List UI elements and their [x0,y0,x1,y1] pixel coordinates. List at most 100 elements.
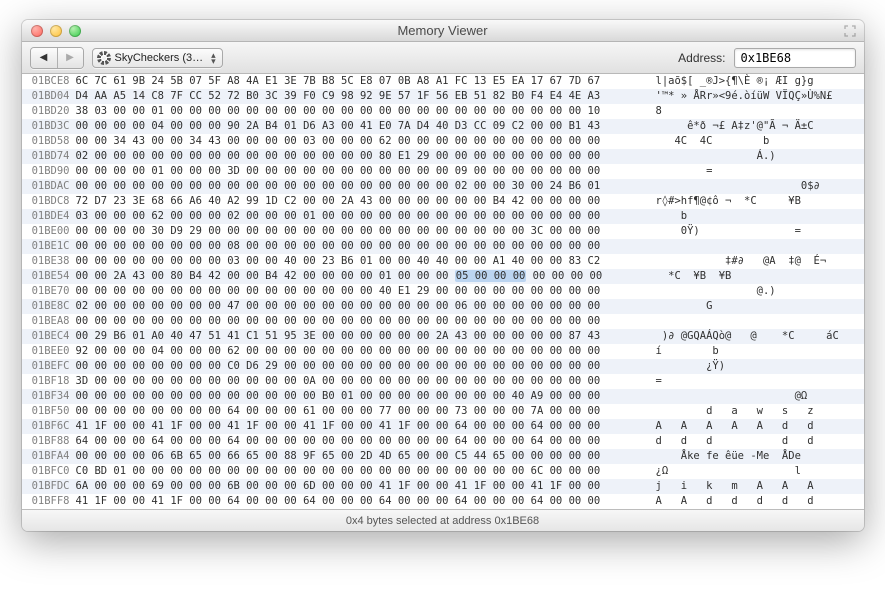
hex-col[interactable]: 00 00 00 00 00 00 00 00 00 00 00 00 00 B… [74,389,650,404]
hex-row[interactable]: 01BFDC6A 00 00 00 69 00 00 00 6B 00 00 0… [22,479,864,494]
hex-row[interactable]: 01BD2038 03 00 00 01 00 00 00 00 00 00 0… [22,104,864,119]
hex-col[interactable]: 03 00 00 00 62 00 00 00 02 00 00 00 01 0… [74,209,650,224]
hex-row[interactable]: 01BF6C41 1F 00 00 41 1F 00 00 41 1F 00 0… [22,419,864,434]
hex-row[interactable]: 01BFA400 00 00 00 06 6B 65 00 66 65 00 8… [22,449,864,464]
hex-col[interactable]: D4 AA A5 14 C8 7F CC 52 72 B0 3C 39 F0 C… [74,89,650,104]
hex-col[interactable]: 41 1F 00 00 41 1F 00 00 41 1F 00 00 41 1… [74,419,650,434]
hex-col[interactable]: 38 03 00 00 01 00 00 00 00 00 00 00 00 0… [74,104,650,119]
chevron-updown-icon: ▴▾ [211,52,216,64]
hex-row[interactable]: 01BD3C00 00 00 00 04 00 00 00 90 2A B4 0… [22,119,864,134]
gear-icon [97,51,111,65]
hex-row[interactable]: 01BE7000 00 00 00 00 00 00 00 00 00 00 0… [22,284,864,299]
offset-col: 01BFF8 [22,494,74,509]
hex-row[interactable]: 01BE1C00 00 00 00 00 00 00 00 08 00 00 0… [22,239,864,254]
hex-row[interactable]: 01BDE403 00 00 00 62 00 00 00 02 00 00 0… [22,209,864,224]
ascii-col: b [650,209,864,224]
ascii-col: *C ¥B ¥B [650,269,864,284]
ascii-col: 0Ÿ) = [650,224,864,239]
zoom-button[interactable] [69,25,81,37]
toolbar: ◀ ▶ SkyCheckers (3… ▴▾ Address: [22,42,864,74]
hex-row[interactable]: 01BCE86C 7C 61 9B 24 5B 07 5F A8 4A E1 3… [22,74,864,89]
offset-col: 01BD3C [22,119,74,134]
ascii-col: '™* » ÅRr»<9é.òíüW VÏQÇ»Ù%N£ [650,89,864,104]
hex-col[interactable]: 00 00 00 00 00 00 00 00 00 00 00 00 00 0… [74,284,650,299]
address-input[interactable] [734,48,856,68]
hex-row[interactable]: 01BF3400 00 00 00 00 00 00 00 00 00 00 0… [22,389,864,404]
forward-button[interactable]: ▶ [57,48,83,68]
hex-col[interactable]: 3D 00 00 00 00 00 00 00 00 00 00 00 0A 0… [74,374,650,389]
status-bar: 0x4 bytes selected at address 0x1BE68 [22,509,864,531]
hex-col[interactable]: 00 00 34 43 00 00 34 43 00 00 00 00 03 0… [74,134,650,149]
hex-col[interactable]: 00 00 00 00 00 00 00 00 03 00 00 40 00 2… [74,254,650,269]
hex-col[interactable]: 00 00 00 00 00 00 00 00 00 00 00 00 00 0… [74,179,650,194]
hex-col[interactable]: 72 D7 23 3E 68 66 A6 40 A2 99 1D C2 00 0… [74,194,650,209]
hex-col[interactable]: 00 00 00 00 00 00 00 00 08 00 00 00 00 0… [74,239,650,254]
hex-row[interactable]: 01BE3800 00 00 00 00 00 00 00 03 00 00 4… [22,254,864,269]
offset-col: 01BE54 [22,269,74,284]
hex-row[interactable]: 01BFC0C0 BD 01 00 00 00 00 00 00 00 00 0… [22,464,864,479]
hex-col[interactable]: 02 00 00 00 00 00 00 00 47 00 00 00 00 0… [74,299,650,314]
back-button[interactable]: ◀ [31,48,57,68]
ascii-col: G [650,299,864,314]
selection[interactable]: 05 00 00 00 [455,270,527,282]
hex-row[interactable]: 01BEFC00 00 00 00 00 00 00 00 C0 D6 29 0… [22,359,864,374]
hex-row[interactable]: 01BEC400 29 B6 01 A0 40 47 51 41 C1 51 9… [22,329,864,344]
ascii-col: 8 [650,104,864,119]
status-text: 0x4 bytes selected at address 0x1BE68 [346,515,539,527]
hex-row[interactable]: 01BDC872 D7 23 3E 68 66 A6 40 A2 99 1D C… [22,194,864,209]
hex-row[interactable]: 01BEE092 00 00 00 04 00 00 00 62 00 00 0… [22,344,864,359]
process-dropdown[interactable]: SkyCheckers (3… ▴▾ [92,48,223,68]
hex-row[interactable]: 01BD5800 00 34 43 00 00 34 43 00 00 00 0… [22,134,864,149]
offset-col: 01BF50 [22,404,74,419]
hex-row[interactable]: 01BD9000 00 00 00 01 00 00 00 3D 00 00 0… [22,164,864,179]
ascii-col: d a w s z [650,404,864,419]
ascii-col: @.) [650,284,864,299]
titlebar: Memory Viewer [22,20,864,42]
hex-col[interactable]: 00 00 00 00 01 00 00 00 3D 00 00 00 00 0… [74,164,650,179]
hex-col[interactable]: 00 00 00 00 04 00 00 00 90 2A B4 01 D6 A… [74,119,650,134]
offset-col: 01BE00 [22,224,74,239]
ascii-col: A A A A A d d [650,419,864,434]
hex-col[interactable]: 92 00 00 00 04 00 00 00 62 00 00 00 00 0… [74,344,650,359]
hex-col[interactable]: 41 1F 00 00 41 1F 00 00 64 00 00 00 64 0… [74,494,650,509]
offset-col: 01BEFC [22,359,74,374]
minimize-button[interactable] [50,25,62,37]
hex-col[interactable]: 00 00 00 00 00 00 00 00 00 00 00 00 00 0… [74,314,650,329]
hex-col[interactable]: C0 BD 01 00 00 00 00 00 00 00 00 00 00 0… [74,464,650,479]
hex-col[interactable]: 00 00 2A 43 00 80 B4 42 00 00 B4 42 00 0… [74,269,650,284]
offset-col: 01BD58 [22,134,74,149]
fullscreen-icon[interactable] [844,25,856,37]
offset-col: 01BDC8 [22,194,74,209]
hex-col[interactable]: 64 00 00 00 64 00 00 00 64 00 00 00 00 0… [74,434,650,449]
close-button[interactable] [31,25,43,37]
ascii-col: í b [650,344,864,359]
hex-row[interactable]: 01BEA800 00 00 00 00 00 00 00 00 00 00 0… [22,314,864,329]
hex-col[interactable]: 6A 00 00 00 69 00 00 00 6B 00 00 00 6D 0… [74,479,650,494]
hex-col[interactable]: 00 00 00 00 30 D9 29 00 00 00 00 00 00 0… [74,224,650,239]
hex-row[interactable]: 01BF8864 00 00 00 64 00 00 00 64 00 00 0… [22,434,864,449]
ascii-col: d d d d d [650,434,864,449]
offset-col: 01BFA4 [22,449,74,464]
hex-col[interactable]: 02 00 00 00 00 00 00 00 00 00 00 00 00 0… [74,149,650,164]
hex-col[interactable]: 00 29 B6 01 A0 40 47 51 41 C1 51 95 3E 0… [74,329,650,344]
hex-col[interactable]: 00 00 00 00 00 00 00 00 64 00 00 00 61 0… [74,404,650,419]
offset-col: 01BEC4 [22,329,74,344]
hex-row[interactable]: 01BFF841 1F 00 00 41 1F 00 00 64 00 00 0… [22,494,864,509]
hex-row[interactable]: 01BF183D 00 00 00 00 00 00 00 00 00 00 0… [22,374,864,389]
ascii-col: ê*ð ¬£ A‡z'@"Ã ¬ Ä±C [650,119,864,134]
hex-row[interactable]: 01BE0000 00 00 00 30 D9 29 00 00 00 00 0… [22,224,864,239]
offset-col: 01BD04 [22,89,74,104]
ascii-col: Á.) [650,149,864,164]
hex-col[interactable]: 00 00 00 00 06 6B 65 00 66 65 00 88 9F 6… [74,449,650,464]
hex-view[interactable]: 01BCE86C 7C 61 9B 24 5B 07 5F A8 4A E1 3… [22,74,864,509]
hex-row[interactable]: 01BDAC00 00 00 00 00 00 00 00 00 00 00 0… [22,179,864,194]
traffic-lights [22,25,81,37]
hex-row[interactable]: 01BD7402 00 00 00 00 00 00 00 00 00 00 0… [22,149,864,164]
hex-row[interactable]: 01BE8C02 00 00 00 00 00 00 00 47 00 00 0… [22,299,864,314]
hex-col[interactable]: 6C 7C 61 9B 24 5B 07 5F A8 4A E1 3E 7B B… [74,74,650,89]
hex-col[interactable]: 00 00 00 00 00 00 00 00 C0 D6 29 00 00 0… [74,359,650,374]
hex-row[interactable]: 01BF5000 00 00 00 00 00 00 00 64 00 00 0… [22,404,864,419]
hex-row[interactable]: 01BD04D4 AA A5 14 C8 7F CC 52 72 B0 3C 3… [22,89,864,104]
hex-row[interactable]: 01BE5400 00 2A 43 00 80 B4 42 00 00 B4 4… [22,269,864,284]
offset-col: 01BE8C [22,299,74,314]
